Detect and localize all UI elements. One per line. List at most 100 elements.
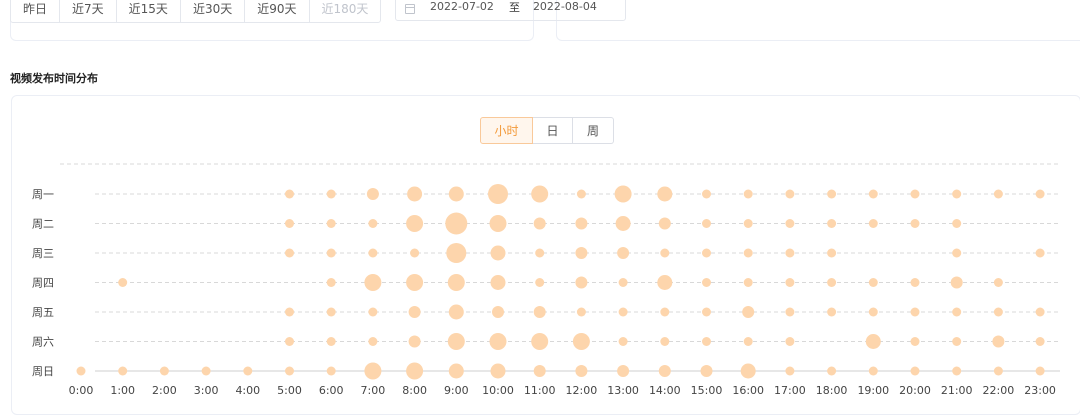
bubble-point xyxy=(993,366,1003,376)
bubble-point xyxy=(743,219,753,228)
x-tick-label: 2:00 xyxy=(152,384,177,397)
bubble-point xyxy=(743,337,753,346)
bubble-point xyxy=(490,275,506,290)
x-tick-label: 21:00 xyxy=(941,384,973,397)
x-tick-label: 22:00 xyxy=(983,384,1015,397)
bubble-point xyxy=(243,366,253,376)
bubble-point xyxy=(285,337,294,346)
bubble-point xyxy=(660,337,670,346)
bubble-point xyxy=(618,307,628,317)
bubble-point xyxy=(364,362,382,380)
bubble-point xyxy=(535,248,545,258)
bubble-point xyxy=(617,365,630,377)
bubble-point xyxy=(952,189,962,199)
bubble-point xyxy=(159,366,169,376)
bubble-point xyxy=(993,189,1003,199)
bubble-point xyxy=(572,333,590,350)
x-tick-label: 23:00 xyxy=(1024,384,1056,397)
x-tick-label: 1:00 xyxy=(110,384,135,397)
bubble-point xyxy=(201,366,211,376)
bubble-point xyxy=(618,278,628,287)
bubble-point xyxy=(575,276,588,289)
x-tick-label: 4:00 xyxy=(235,384,260,397)
bubble-point xyxy=(575,365,588,377)
bubble-point xyxy=(993,278,1003,287)
bubble-point xyxy=(910,307,920,317)
bubble-point xyxy=(952,219,962,228)
x-tick-label: 19:00 xyxy=(857,384,889,397)
bubble-point xyxy=(618,337,628,346)
bubble-point xyxy=(1035,337,1045,346)
bubble-point xyxy=(406,362,424,380)
bubble-point xyxy=(535,278,545,287)
bubble-point xyxy=(785,278,795,287)
bubble-point xyxy=(785,219,795,228)
bubble-point xyxy=(827,307,837,317)
bubble-point xyxy=(489,215,507,232)
bubble-point xyxy=(408,335,421,348)
x-tick-label: 7:00 xyxy=(361,384,386,397)
bubble-point xyxy=(368,307,378,317)
bubble-point xyxy=(326,366,336,376)
bubble-point xyxy=(702,278,711,287)
bubble-point xyxy=(326,248,336,258)
y-tick-label: 周四 xyxy=(32,277,54,290)
bubble-point xyxy=(285,189,294,199)
bubble-point xyxy=(492,306,504,318)
bubble-point xyxy=(785,189,795,199)
bubble-point xyxy=(406,274,424,291)
bubble-point xyxy=(740,363,756,379)
x-tick-label: 5:00 xyxy=(277,384,302,397)
x-tick-label: 20:00 xyxy=(899,384,931,397)
bubble-point xyxy=(406,215,424,232)
bubble-point xyxy=(285,219,294,228)
bubble-point xyxy=(702,189,711,199)
bubble-point xyxy=(1035,248,1045,258)
y-tick-label: 周日 xyxy=(32,365,54,378)
x-tick-label: 6:00 xyxy=(319,384,344,397)
bubble-point xyxy=(368,219,378,228)
bubble-point xyxy=(285,366,294,376)
x-tick-label: 17:00 xyxy=(774,384,806,397)
bubble-point xyxy=(993,307,1003,317)
y-tick-label: 周二 xyxy=(32,218,54,231)
bubble-point xyxy=(576,307,586,317)
bubble-point xyxy=(575,247,588,259)
bubble-point xyxy=(827,366,837,376)
bubble-point xyxy=(614,185,632,203)
bubble-point xyxy=(368,248,378,258)
bubble-point xyxy=(868,189,878,199)
bubble-point xyxy=(575,217,588,230)
bubble-point xyxy=(827,189,837,199)
bubble-point xyxy=(702,219,711,228)
bubble-point xyxy=(702,248,711,258)
bubble-chart: 周一周二周三周四周五周六周日 0:00 1:00 2:00 3:00 4:00 5:00 6:… xyxy=(32,163,1060,397)
bubble-point xyxy=(118,278,128,287)
bubble-point xyxy=(410,248,420,258)
x-tick-label: 10:00 xyxy=(482,384,514,397)
bubble-point xyxy=(952,248,962,258)
bubble-point xyxy=(657,186,673,202)
x-tick-label: 16:00 xyxy=(732,384,764,397)
bubble-point xyxy=(285,248,294,258)
bubble-point xyxy=(490,245,506,261)
bubble-point xyxy=(702,307,711,317)
bubble-point xyxy=(660,248,670,258)
bubble-point xyxy=(447,274,465,291)
bubble-point xyxy=(1035,366,1045,376)
bubble-point xyxy=(868,366,878,376)
bubble-point xyxy=(531,333,549,350)
bubble-point xyxy=(785,366,795,376)
bubble-point xyxy=(910,189,920,199)
bubble-point xyxy=(827,248,837,258)
bubble-point xyxy=(952,337,962,346)
bubble-point xyxy=(1035,189,1045,199)
bubble-point xyxy=(368,337,378,346)
bubble-point xyxy=(743,278,753,287)
bubble-point xyxy=(118,366,128,376)
bubble-point xyxy=(445,212,468,235)
bubble-point xyxy=(326,189,336,199)
bubble-point xyxy=(865,334,881,349)
bubble-point xyxy=(326,337,336,346)
bubble-point xyxy=(657,275,673,290)
